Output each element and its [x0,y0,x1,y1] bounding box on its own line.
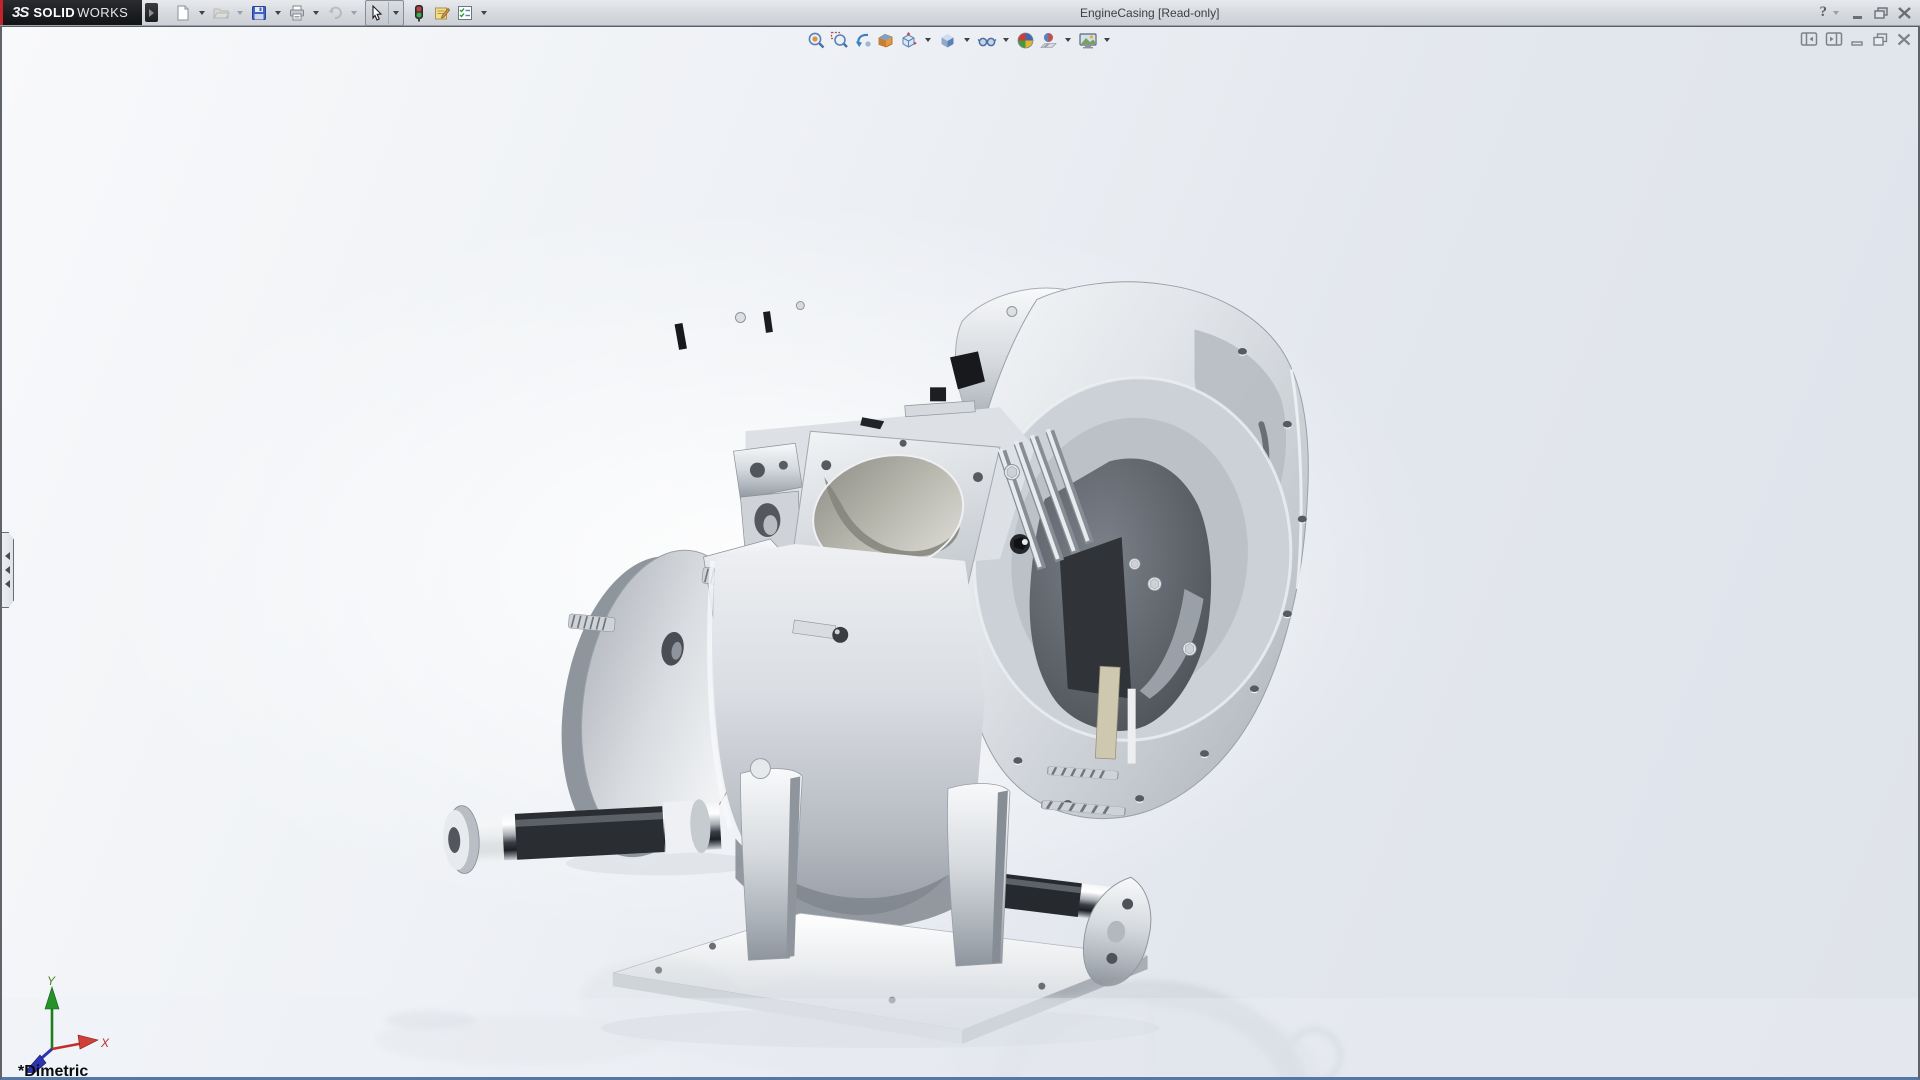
select-dropdown[interactable] [389,2,403,24]
apply-scene-icon [1039,31,1058,50]
options-button[interactable] [454,2,476,24]
expand-panel-arrow-icon [5,552,10,560]
expand-panel-arrow-icon [5,580,10,588]
zoom-to-area-button[interactable] [829,30,850,50]
comment-button[interactable] [431,2,453,24]
doc-close-button[interactable] [1896,32,1912,47]
print-dropdown-caret[interactable] [313,11,319,15]
brand-light: WORKS [77,5,128,20]
doc-close-icon [1896,32,1912,47]
open-button[interactable] [210,2,232,24]
doc-restore-button[interactable] [1872,32,1889,47]
select-button[interactable] [366,2,389,24]
new-document-button[interactable] [172,2,194,24]
pedestal-right[interactable] [948,784,1010,967]
print-icon [288,4,306,22]
triad-y-arrow [45,987,59,1009]
select-cursor-icon [369,5,385,21]
expand-panel-arrow-icon [5,566,10,574]
collapse-panel-left-button[interactable] [1800,31,1818,47]
document-window-controls [1800,31,1912,47]
app-close-button[interactable] [1897,6,1912,20]
section-view-button[interactable] [875,30,896,50]
display-style-caret[interactable] [964,38,970,42]
hide-show-items-button[interactable] [976,30,997,50]
doc-restore-icon [1872,32,1889,47]
reference-triad[interactable]: Y X [16,973,116,1073]
save-button[interactable] [248,2,270,24]
graphics-viewport[interactable]: Y X *Dimetric [0,26,1920,1080]
view-orientation-caret[interactable] [925,38,931,42]
collapse-panel-left-icon [1800,31,1818,47]
print-button[interactable] [286,2,308,24]
options-dropdown-caret[interactable] [481,11,487,15]
new-dropdown-caret[interactable] [199,11,205,15]
zoom-to-fit-button[interactable] [806,30,827,50]
traffic-light-icon [411,4,427,22]
view-orientation-label: *Dimetric [18,1063,88,1080]
display-style-button[interactable] [937,30,958,50]
window-accent-stripe [0,0,3,25]
zoom-to-area-icon [830,31,849,50]
comment-icon [433,4,451,22]
triad-x-label: X [100,1036,110,1050]
app-minimize-button[interactable] [1851,6,1865,20]
options-icon [456,4,474,22]
collapse-panel-right-icon [1825,31,1843,47]
select-button-group [365,0,404,26]
brand-bold: SOLID [33,5,75,20]
close-icon [1897,6,1912,20]
app-restore-button[interactable] [1873,6,1889,20]
clutch-housing[interactable] [951,282,1314,819]
title-bar: 3S SOLID WORKS [0,0,1920,26]
ds-logo-glyph: 3S [12,4,28,21]
help-icon: ? [1820,4,1828,21]
save-icon [250,4,268,22]
apply-scene-caret[interactable] [1065,38,1071,42]
view-settings-caret[interactable] [1104,38,1110,42]
doc-minimize-button[interactable] [1850,32,1865,46]
edit-appearance-icon [1016,31,1035,50]
apply-scene-button[interactable] [1038,30,1059,50]
open-dropdown-caret[interactable] [237,11,243,15]
previous-view-icon [853,31,872,50]
logo-expand-arrow[interactable] [145,3,158,22]
zoom-to-fit-icon [807,31,826,50]
titlebar-right-controls: ? [1820,0,1913,25]
hide-show-items-icon [977,31,997,50]
solidworks-logo: 3S SOLID WORKS [0,0,142,25]
headsup-view-toolbar [806,30,1114,50]
help-dropdown-caret[interactable] [1833,11,1839,15]
previous-view-button[interactable] [852,30,873,50]
hide-show-items-caret[interactable] [1003,38,1009,42]
view-orientation-icon [899,31,918,50]
save-dropdown-caret[interactable] [275,11,281,15]
minimize-icon [1851,6,1865,20]
traffic-light-button[interactable] [408,2,430,24]
restore-icon [1873,6,1889,20]
main-toolbar [172,0,491,26]
document-title: EngineCasing [Read-only] [1080,6,1219,20]
feature-panel-collapsed-tab[interactable] [2,532,14,608]
engine-casing-assembly[interactable] [441,282,1314,1044]
triad-y-label: Y [47,974,56,988]
doc-minimize-icon [1850,32,1865,46]
triad-x-arrow [78,1035,98,1049]
engine-casing-model[interactable] [2,27,1918,1077]
collapse-panel-right-button[interactable] [1825,31,1843,47]
undo-dropdown-caret[interactable] [351,11,357,15]
new-document-icon [174,4,192,22]
edit-appearance-button[interactable] [1015,30,1036,50]
view-orientation-button[interactable] [898,30,919,50]
help-button[interactable]: ? [1820,4,1844,21]
section-view-icon [876,31,895,50]
pedestal-left[interactable] [740,759,802,961]
undo-button[interactable] [324,2,346,24]
display-style-icon [938,31,957,50]
view-settings-button[interactable] [1077,30,1098,50]
view-settings-icon [1078,31,1098,50]
open-icon [212,4,230,22]
undo-icon [326,4,344,22]
reflection-fade [2,998,1918,1077]
